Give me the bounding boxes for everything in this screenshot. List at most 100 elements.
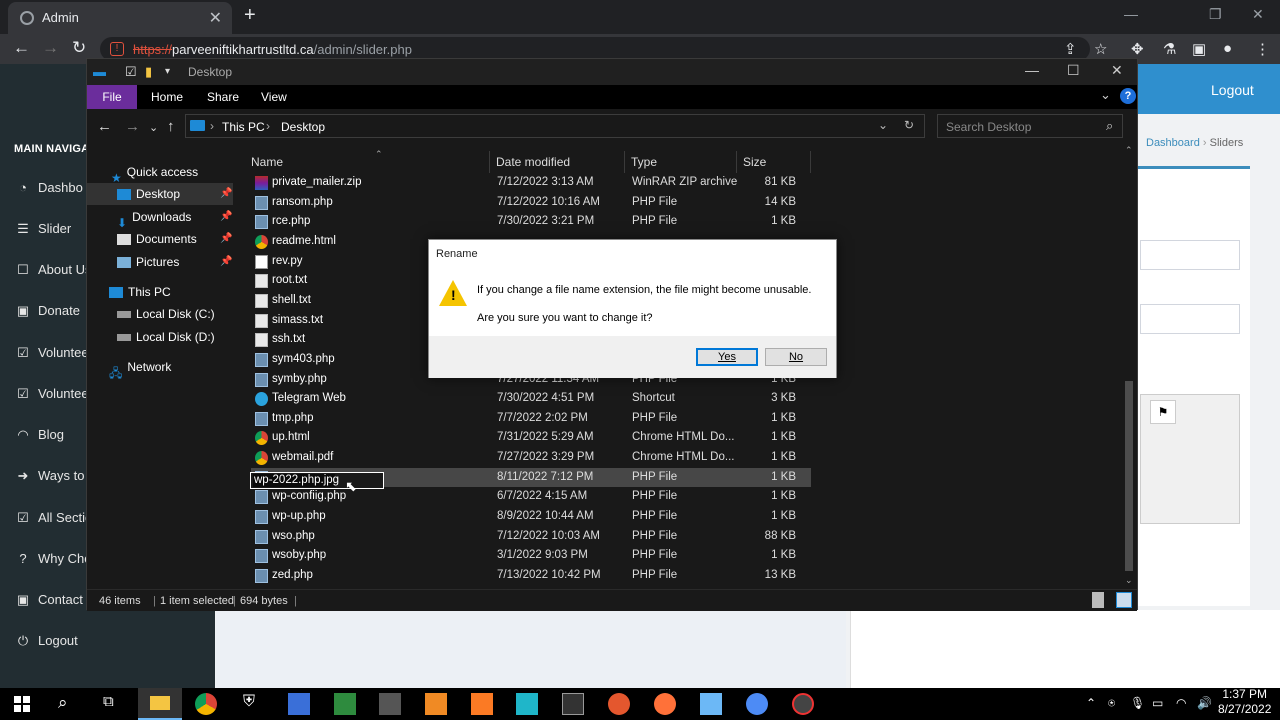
expand-ribbon-icon[interactable]: ⌄ bbox=[1100, 87, 1111, 103]
firefox-taskbar-icon[interactable] bbox=[654, 693, 676, 715]
nav-item-donate[interactable]: ▣ Donate bbox=[15, 303, 80, 319]
nav-downloads[interactable]: ⬇ Downloads 📌 bbox=[117, 206, 233, 230]
menu-icon[interactable]: ⋮ bbox=[1255, 40, 1270, 58]
no-button[interactable]: No bbox=[765, 348, 827, 366]
path-desktop[interactable]: Desktop bbox=[281, 120, 325, 134]
flag-icon[interactable]: ⚑ bbox=[1150, 400, 1176, 424]
battery-icon[interactable]: ▭ bbox=[1152, 696, 1163, 710]
nav-documents[interactable]: Documents 📌 bbox=[117, 228, 233, 250]
ribbon-file-tab[interactable]: File bbox=[87, 85, 137, 109]
ribbon-view-tab[interactable]: View bbox=[261, 90, 287, 104]
file-row[interactable]: rce.php 7/30/2022 3:21 PM PHP File 1 KB bbox=[251, 212, 811, 232]
taskbar-clock[interactable]: 1:37 PM 8/27/2022 bbox=[1218, 687, 1271, 717]
kali-taskbar-icon[interactable] bbox=[562, 693, 584, 715]
close-tab-icon[interactable]: ✕ bbox=[209, 8, 222, 28]
column-type[interactable]: Type bbox=[631, 155, 657, 169]
chrome-alt-taskbar-icon[interactable] bbox=[746, 693, 768, 715]
side-panel-icon[interactable]: ▣ bbox=[1192, 40, 1206, 58]
nav-item-all-sections[interactable]: ☑ All Sectio bbox=[15, 510, 92, 526]
file-row[interactable]: wsoby.php 3/1/2022 9:03 PM PHP File 1 KB bbox=[251, 546, 811, 566]
back-icon[interactable]: ← bbox=[13, 38, 30, 58]
volume-icon[interactable]: 🔊 bbox=[1197, 696, 1212, 710]
file-row[interactable]: Telegram Web 7/30/2022 4:51 PM Shortcut 3 K… bbox=[251, 389, 811, 409]
recent-locations-icon[interactable]: ⌄ bbox=[149, 121, 158, 134]
wifi-icon[interactable]: ◠ bbox=[1176, 696, 1186, 710]
column-name[interactable]: Name bbox=[251, 155, 283, 169]
nav-item-dashboard[interactable]: ◔ Dashbo bbox=[15, 180, 83, 195]
column-size[interactable]: Size bbox=[743, 155, 766, 169]
file-row[interactable]: zed.php 7/13/2022 10:42 PM PHP File 13 KB bbox=[251, 566, 811, 586]
explorer-back-icon[interactable]: ← bbox=[97, 118, 112, 135]
address-dropdown-icon[interactable]: ⌄ bbox=[878, 118, 888, 132]
file-row[interactable]: wp-up.php 8/9/2022 10:44 AM PHP File 1 KB bbox=[251, 507, 811, 527]
properties-icon[interactable]: ☑ bbox=[125, 64, 137, 80]
security-shield-icon[interactable]: ⛨ bbox=[243, 693, 265, 715]
nav-desktop[interactable]: Desktop 📌 bbox=[87, 183, 233, 205]
file-row[interactable]: wp-confiig.php 6/7/2022 4:15 AM PHP File 1 … bbox=[251, 487, 811, 507]
reload-icon[interactable]: ↻ bbox=[72, 38, 86, 58]
rename-textbox[interactable]: wp-2022.php.jpg bbox=[250, 472, 384, 489]
extensions-icon[interactable]: ✥ bbox=[1131, 40, 1144, 58]
breadcrumb-dashboard[interactable]: Dashboard bbox=[1146, 137, 1200, 149]
path-this-pc[interactable]: This PC bbox=[222, 120, 265, 134]
forward-icon[interactable]: → bbox=[42, 38, 59, 58]
scrollbar-thumb[interactable] bbox=[1125, 381, 1133, 571]
nav-pictures[interactable]: Pictures 📌 bbox=[117, 251, 233, 273]
file-row[interactable]: private_mailer.zip 7/12/2022 3:13 AM WinRA… bbox=[251, 173, 811, 193]
close-explorer-icon[interactable]: ✕ bbox=[1111, 62, 1123, 79]
lab-icon[interactable]: ⚗ bbox=[1163, 40, 1176, 58]
nav-item-logout[interactable]: ⏻ Logout bbox=[15, 633, 78, 649]
sublime-taskbar-icon[interactable] bbox=[425, 693, 447, 715]
app-taskbar-icon-7[interactable] bbox=[792, 693, 814, 715]
explorer-forward-icon[interactable]: → bbox=[125, 118, 140, 135]
maximize-explorer-icon[interactable]: ☐ bbox=[1067, 62, 1080, 79]
file-row[interactable]: ransom.php 7/12/2022 10:16 AM PHP File 14 K… bbox=[251, 193, 811, 213]
close-browser-icon[interactable]: ✕ bbox=[1252, 6, 1264, 23]
file-explorer-taskbar-icon[interactable] bbox=[138, 688, 182, 720]
xampp-taskbar-icon[interactable] bbox=[471, 693, 493, 715]
explorer-search-box[interactable]: Search Desktop ⌕ bbox=[937, 114, 1123, 138]
app-taskbar-icon-5[interactable] bbox=[608, 693, 630, 715]
explorer-address-bar[interactable]: › This PC › Desktop ⌄ ↻ bbox=[185, 114, 925, 138]
new-tab-button[interactable]: + bbox=[244, 4, 256, 27]
profile-icon[interactable]: ● bbox=[1223, 40, 1232, 57]
share-icon[interactable]: ⇪ bbox=[1064, 40, 1077, 58]
refresh-icon[interactable]: ↻ bbox=[904, 118, 914, 132]
minimize-browser-icon[interactable]: — bbox=[1124, 6, 1138, 22]
column-date-modified[interactable]: Date modified bbox=[496, 155, 570, 169]
search-taskbar-icon[interactable]: ⌕ bbox=[58, 693, 80, 715]
nav-network[interactable]: 🖧 Network bbox=[109, 356, 171, 380]
microphone-icon[interactable]: 🎙 bbox=[1130, 696, 1145, 710]
file-row[interactable]: tmp.php 7/7/2022 2:02 PM PHP File 1 KB bbox=[251, 409, 811, 429]
bookmark-star-icon[interactable]: ☆ bbox=[1094, 40, 1107, 58]
nav-item-slider[interactable]: ☰ Slider bbox=[15, 221, 71, 237]
help-icon[interactable]: ? bbox=[1120, 88, 1136, 104]
show-hidden-icons[interactable]: ⌃ bbox=[1086, 696, 1096, 710]
customize-qat-icon[interactable]: ▾ bbox=[165, 66, 170, 77]
nav-item-blog[interactable]: ◠ Blog bbox=[15, 427, 64, 443]
app-taskbar-icon-3[interactable] bbox=[379, 693, 401, 715]
nav-quick-access[interactable]: ★ Quick access bbox=[111, 161, 198, 185]
ribbon-home-tab[interactable]: Home bbox=[151, 90, 183, 104]
nav-item-contact[interactable]: ▣ Contact bbox=[15, 592, 83, 608]
chrome-taskbar-icon[interactable] bbox=[195, 693, 217, 715]
nav-item-volunteer-2[interactable]: ☑ Voluntee bbox=[15, 386, 88, 402]
nav-local-disk-c[interactable]: Local Disk (C:) bbox=[117, 303, 215, 325]
minimize-explorer-icon[interactable]: — bbox=[1025, 62, 1039, 78]
restore-browser-icon[interactable]: ❐ bbox=[1209, 6, 1222, 23]
file-row[interactable]: up.html 7/31/2022 5:29 AM Chrome HTML Do..… bbox=[251, 428, 811, 448]
new-folder-icon[interactable]: ▮ bbox=[145, 64, 152, 80]
up-folder-icon[interactable]: ↑ bbox=[167, 118, 175, 135]
file-row[interactable]: wso.php 7/12/2022 10:03 AM PHP File 88 KB bbox=[251, 527, 811, 547]
browser-tab[interactable]: Admin ✕ bbox=[8, 2, 232, 34]
task-view-icon[interactable]: ⧉ bbox=[103, 693, 125, 715]
file-list-scrollbar[interactable]: ⌃ ⌄ bbox=[1123, 145, 1135, 589]
file-row[interactable]: webmail.pdf 7/27/2022 3:29 PM Chrome HTML … bbox=[251, 448, 811, 468]
tray-icon-1[interactable]: ⍟ bbox=[1108, 696, 1115, 711]
logout-link[interactable]: Logout bbox=[1211, 82, 1254, 98]
form-input-1[interactable] bbox=[1140, 240, 1240, 270]
ribbon-share-tab[interactable]: Share bbox=[207, 90, 239, 104]
app-taskbar-icon-4[interactable] bbox=[516, 693, 538, 715]
app-taskbar-icon-6[interactable] bbox=[700, 693, 722, 715]
app-taskbar-icon-1[interactable] bbox=[288, 693, 310, 715]
